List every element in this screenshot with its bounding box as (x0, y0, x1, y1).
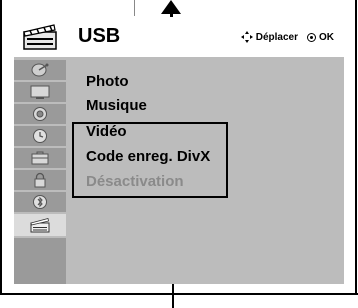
callout-highlight-box (72, 122, 228, 198)
usb-clapperboard-icon (30, 218, 50, 233)
frame-right-line (355, 0, 357, 294)
sidebar-item-audio[interactable] (14, 104, 66, 126)
sidebar-item-usb[interactable] (14, 214, 66, 238)
hint-move-label: Déplacer (255, 31, 298, 43)
bluetooth-icon (33, 195, 47, 209)
menu-item-photo[interactable]: Photo (86, 73, 129, 90)
frame-bottom-line (0, 293, 358, 295)
sidebar-item-lock[interactable] (14, 170, 66, 192)
clock-icon (33, 129, 47, 143)
sidebar (14, 60, 66, 284)
toolbox-icon (31, 151, 49, 165)
sidebar-item-picture[interactable] (14, 82, 66, 104)
dpad-arrows-icon (240, 31, 253, 43)
lock-icon (34, 172, 46, 188)
speaker-icon (33, 107, 47, 121)
ok-button-icon (307, 32, 316, 42)
menu-item-music[interactable]: Musique (86, 97, 147, 114)
hint-ok-label: OK (319, 31, 334, 43)
sidebar-item-channels[interactable] (14, 60, 66, 82)
usb-clapperboard-icon (23, 24, 57, 50)
frame-left-line (0, 0, 2, 294)
nav-hint: Déplacer OK (240, 31, 334, 43)
sidebar-item-bluetooth[interactable] (14, 192, 66, 214)
frame-top-left-line (0, 0, 2, 10)
satellite-dish-icon (31, 63, 49, 77)
sidebar-item-options[interactable] (14, 148, 66, 170)
frame-top-marker (134, 0, 135, 16)
sidebar-item-time[interactable] (14, 126, 66, 148)
menu-header: USB Déplacer OK (14, 17, 344, 60)
screen-icon (30, 85, 50, 99)
menu-title: USB (78, 25, 121, 47)
